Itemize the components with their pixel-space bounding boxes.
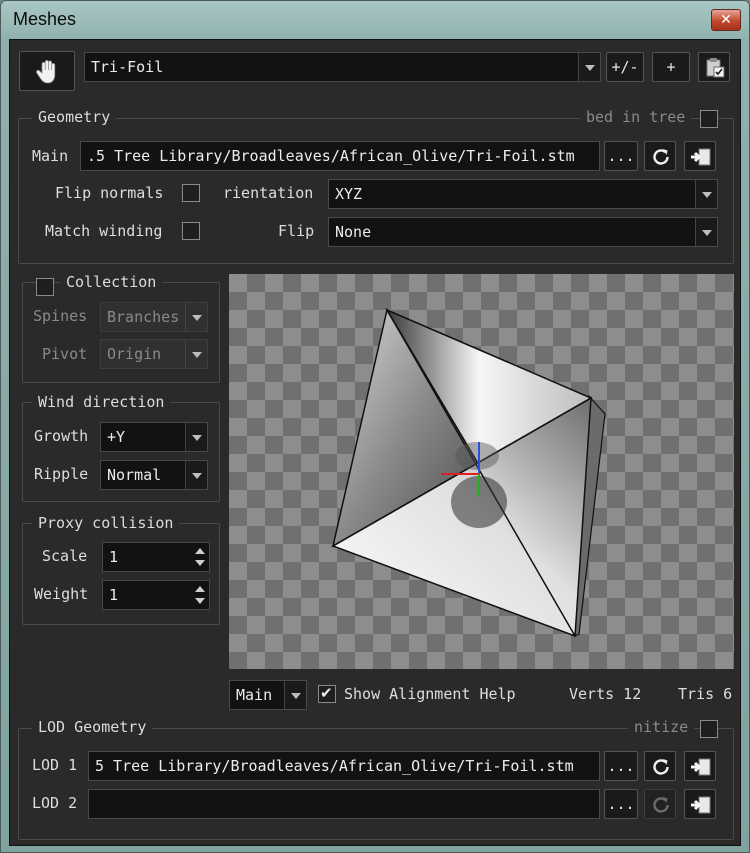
sanitize-label: nitize	[628, 718, 695, 736]
view-value: Main	[236, 686, 273, 704]
weight-label: Weight	[34, 585, 89, 603]
weight-value: 1	[109, 586, 119, 604]
chevron-down-icon	[695, 218, 717, 246]
close-icon: ✕	[720, 12, 732, 28]
plus-minus-button[interactable]: +/-	[606, 52, 644, 82]
close-button[interactable]: ✕	[711, 9, 741, 31]
chevron-down-icon	[578, 53, 600, 81]
scale-label: Scale	[42, 547, 88, 565]
scale-value: 1	[109, 548, 119, 566]
lod-geometry-group	[18, 728, 734, 840]
spines-select[interactable]: Branches	[100, 302, 208, 332]
orientation-label: rientation	[223, 184, 314, 202]
collection-title: Collection	[60, 273, 163, 291]
show-alignment-help-label: Show Alignment Help	[344, 685, 516, 703]
spin-arrows-icon[interactable]	[191, 581, 209, 609]
pivot-value: Origin	[107, 345, 162, 363]
panel-body: Tri-Foil +/- + Geometry bed in tree Main…	[9, 39, 741, 846]
paste-button[interactable]	[698, 52, 730, 82]
meshes-window: Meshes ✕ Tri-Foil +/- + Geometry bed in	[0, 0, 750, 853]
tri-foil-mesh-preview	[331, 308, 606, 638]
chevron-down-icon	[185, 303, 207, 331]
lod2-import-button[interactable]	[684, 789, 716, 819]
mesh-select[interactable]: Tri-Foil	[84, 52, 601, 82]
scale-spinbox[interactable]: 1	[102, 542, 210, 572]
refresh-icon	[653, 759, 669, 775]
import-icon	[691, 796, 711, 814]
tris-count: Tris 6	[678, 685, 733, 703]
main-reload-button[interactable]	[644, 141, 676, 171]
lod1-path-field[interactable]: 5 Tree Library/Broadleaves/African_Olive…	[88, 751, 600, 781]
view-select[interactable]: Main	[229, 680, 307, 710]
lod1-browse-button[interactable]: ...	[604, 751, 638, 781]
add-button[interactable]: +	[652, 52, 690, 82]
chevron-down-icon	[185, 461, 207, 489]
ripple-select[interactable]: Normal	[100, 460, 208, 490]
collection-checkbox[interactable]	[36, 278, 54, 296]
embed-in-tree-checkbox[interactable]	[700, 110, 718, 128]
flip-select[interactable]: None	[328, 217, 718, 247]
weight-spinbox[interactable]: 1	[102, 580, 210, 610]
spines-label: Spines	[33, 307, 88, 325]
ripple-value: Normal	[107, 466, 162, 484]
geometry-title: Geometry	[32, 108, 117, 126]
main-label: Main	[32, 147, 69, 165]
match-winding-checkbox[interactable]	[182, 222, 200, 240]
lod1-reload-button[interactable]	[644, 751, 676, 781]
import-icon	[691, 148, 711, 166]
title-bar[interactable]: Meshes ✕	[1, 1, 749, 39]
pivot-select[interactable]: Origin	[100, 339, 208, 369]
import-icon	[691, 758, 711, 776]
growth-value: +Y	[107, 428, 126, 446]
clipboard-icon	[706, 58, 725, 78]
match-winding-label: Match winding	[45, 222, 163, 240]
orientation-value: XYZ	[335, 185, 363, 203]
main-path-field[interactable]: .5 Tree Library/Broadleaves/African_Oliv…	[80, 141, 600, 171]
spin-arrows-icon[interactable]	[191, 543, 209, 571]
embed-in-tree-label: bed in tree	[580, 108, 692, 126]
lod2-reload-button[interactable]	[644, 789, 676, 819]
sanitize-checkbox[interactable]	[700, 720, 718, 738]
flip-value: None	[335, 223, 372, 241]
window-title: Meshes	[13, 9, 77, 29]
lod2-browse-button[interactable]: ...	[604, 789, 638, 819]
growth-label: Growth	[34, 427, 89, 445]
flip-label: Flip	[278, 222, 315, 240]
proxy-collision-title: Proxy collision	[32, 514, 180, 532]
wind-direction-title: Wind direction	[32, 393, 171, 411]
chevron-down-icon	[185, 423, 207, 451]
orientation-select[interactable]: XYZ	[328, 179, 718, 209]
ripple-label: Ripple	[34, 465, 89, 483]
show-alignment-help-checkbox[interactable]	[318, 684, 336, 703]
refresh-icon	[653, 797, 669, 813]
spines-value: Branches	[107, 308, 180, 326]
flip-normals-label: Flip normals	[55, 184, 164, 202]
flip-normals-checkbox[interactable]	[182, 184, 200, 202]
mesh-preview-viewport[interactable]	[229, 274, 734, 669]
chevron-down-icon	[695, 180, 717, 208]
pivot-label: Pivot	[42, 345, 88, 363]
verts-count: Verts 12	[569, 685, 642, 703]
chevron-down-icon	[284, 681, 306, 709]
refresh-icon	[653, 149, 669, 165]
main-import-button[interactable]	[684, 141, 716, 171]
lod1-import-button[interactable]	[684, 751, 716, 781]
hand-icon	[36, 60, 56, 84]
lod2-path-field[interactable]	[88, 789, 600, 819]
lod1-label: LOD 1	[32, 756, 78, 774]
chevron-down-icon	[185, 340, 207, 368]
main-browse-button[interactable]: ...	[604, 141, 638, 171]
growth-select[interactable]: +Y	[100, 422, 208, 452]
pan-tool-button[interactable]	[19, 51, 75, 91]
mesh-name: Tri-Foil	[91, 58, 164, 76]
lod-geometry-title: LOD Geometry	[32, 718, 153, 736]
lod2-label: LOD 2	[32, 794, 78, 812]
